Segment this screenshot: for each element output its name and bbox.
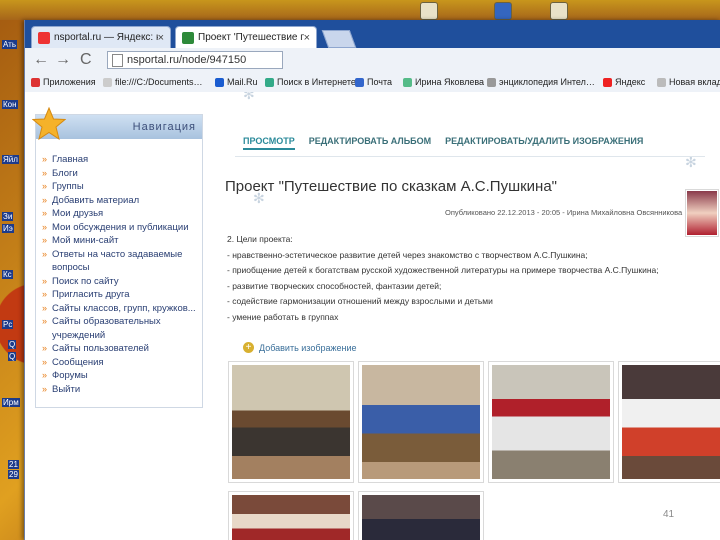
- desktop-shortcut-icon[interactable]: [550, 2, 568, 20]
- navigation-block: Навигация » Главная » Блоги » Группы » Добав…: [32, 107, 203, 408]
- forward-arrow-icon[interactable]: →: [55, 51, 71, 69]
- nav-item-school-sites[interactable]: » Сайты образовательных учреждений: [42, 315, 200, 342]
- publication-info: Опубликовано 22.12.2013 - 20:05 - Ирина …: [445, 208, 683, 217]
- desktop-icon-label[interactable]: Иэ: [2, 224, 14, 233]
- desktop-shortcut-icon[interactable]: [420, 2, 438, 20]
- goal-line: - умение работать в группах: [227, 311, 339, 322]
- url-text: nsportal.ru/node/947150: [127, 54, 247, 66]
- nav-item-messages[interactable]: » Сообщения: [42, 356, 200, 370]
- yandex-favicon-icon: [38, 31, 50, 44]
- file-icon: [103, 77, 112, 87]
- divider: [235, 156, 705, 157]
- album-tabs: ПРОСМОТР РЕДАКТИРОВАТЬ АЛЬБОМ РЕДАКТИРОВ…: [243, 136, 657, 150]
- desktop-icon-label[interactable]: Яйл: [2, 155, 19, 164]
- search-icon: [265, 77, 274, 87]
- mail-icon: [355, 77, 364, 87]
- page-icon: [112, 53, 123, 67]
- reload-icon[interactable]: C: [80, 51, 92, 69]
- desktop-icon-label[interactable]: Ирм: [2, 398, 20, 407]
- bookmark-item[interactable]: Почта: [355, 77, 392, 87]
- checkmark-favicon-icon: [182, 31, 194, 44]
- browser-window: nsportal.ru — Яндекс: нашл × Проект 'Пут…: [24, 20, 720, 540]
- bookmark-item[interactable]: Поиск в Интернете: [265, 77, 356, 87]
- add-icon: +: [243, 342, 254, 353]
- desktop-icon-label[interactable]: Рс: [2, 320, 14, 329]
- profile-icon: [403, 77, 412, 87]
- desktop-icon-label[interactable]: Q: [8, 352, 17, 361]
- desktop-icon-label[interactable]: Ать: [2, 40, 17, 49]
- tab-label: Проект 'Путешествие по ск: [198, 32, 304, 43]
- goal-line: - развитие творческих способностей, фант…: [227, 280, 442, 291]
- tab-strip: nsportal.ru — Яндекс: нашл × Проект 'Пут…: [25, 20, 720, 48]
- nav-item-blogs[interactable]: » Блоги: [42, 167, 200, 181]
- close-tab-icon[interactable]: ×: [304, 32, 310, 44]
- close-tab-icon[interactable]: ×: [158, 32, 164, 44]
- bookmarks-bar: Приложения file:///C:/Documents… Mail.Ru…: [25, 74, 720, 93]
- tab-project[interactable]: Проект 'Путешествие по ск ×: [175, 26, 317, 48]
- nav-item-faq[interactable]: » Ответы на часто задаваемые вопросы: [42, 248, 200, 275]
- tab-yandex[interactable]: nsportal.ru — Яндекс: нашл ×: [31, 26, 171, 48]
- gallery-photo[interactable]: [229, 492, 353, 540]
- navigation-toolbar: ← → C nsportal.ru/node/947150: [25, 48, 720, 75]
- gallery-photo[interactable]: [619, 362, 720, 482]
- bookmark-item[interactable]: Яндекс: [603, 77, 645, 87]
- word-document-icon[interactable]: [494, 2, 512, 20]
- nav-item-home[interactable]: » Главная: [42, 153, 200, 167]
- gallery-photo[interactable]: [359, 492, 483, 540]
- nav-item-add-material[interactable]: » Добавить материал: [42, 194, 200, 208]
- nav-item-logout[interactable]: » Выйти: [42, 383, 200, 397]
- desktop-top-strip: [0, 0, 720, 20]
- side-photo[interactable]: [686, 190, 718, 236]
- page-icon: [657, 77, 666, 87]
- navigation-title: Навигация: [132, 121, 196, 133]
- desktop-icon-label[interactable]: Зи: [2, 212, 14, 221]
- bookmark-item[interactable]: Новая вкладка: [657, 77, 720, 87]
- desktop-icon-label[interactable]: Q: [8, 340, 17, 349]
- nav-item-forums[interactable]: » Форумы: [42, 369, 200, 383]
- bookmark-item[interactable]: Mail.Ru: [215, 77, 258, 87]
- page-content: ✻ ✻ ✻ ✻ Навигация »Главная »Блоги »Групп…: [25, 92, 720, 540]
- apps-icon: [31, 77, 40, 87]
- navigation-menu: » Главная » Блоги » Группы » Добавить матери…: [42, 153, 200, 396]
- new-tab-button[interactable]: [321, 30, 357, 48]
- tab-label: nsportal.ru — Яндекс: нашл: [54, 32, 158, 43]
- desktop-icon-label[interactable]: Кс: [2, 270, 13, 279]
- goal-line: - содействие гармонизации отношений межд…: [227, 296, 493, 306]
- nav-item-search[interactable]: » Поиск по сайту: [42, 275, 200, 289]
- encyclopedia-icon: [487, 77, 496, 87]
- desktop-icon-label[interactable]: 29: [8, 470, 19, 479]
- slide-page-number: 41: [663, 509, 675, 520]
- nav-item-mini-site[interactable]: » Мой мини-сайт: [42, 234, 200, 248]
- gallery-photo[interactable]: [229, 362, 353, 482]
- page-title: Проект "Путешествие по сказкам А.С.Пушки…: [225, 178, 557, 195]
- bookmark-item[interactable]: Приложения: [31, 77, 96, 87]
- desktop-icon-label[interactable]: 21: [8, 460, 19, 469]
- nav-item-invite[interactable]: » Пригласить друга: [42, 288, 200, 302]
- yandex-icon: [603, 77, 612, 87]
- bookmark-item[interactable]: Ирина Яковлева: [403, 77, 484, 87]
- nav-item-groups[interactable]: » Группы: [42, 180, 200, 194]
- gallery-photo[interactable]: [489, 362, 613, 482]
- desktop-icon-label[interactable]: Кон: [2, 100, 18, 109]
- nav-item-class-sites[interactable]: » Сайты классов, групп, кружков...: [42, 302, 200, 316]
- address-bar[interactable]: nsportal.ru/node/947150: [107, 51, 283, 69]
- nav-item-discussions[interactable]: » Мои обсуждения и публикации: [42, 221, 200, 235]
- nav-item-friends[interactable]: » Мои друзья: [42, 207, 200, 221]
- back-arrow-icon[interactable]: ←: [33, 51, 49, 69]
- goal-line: 2. Цели проекта:: [227, 234, 293, 244]
- tab-edit-images[interactable]: РЕДАКТИРОВАТЬ/УДАЛИТЬ ИЗОБРАЖЕНИЯ: [445, 136, 643, 150]
- tab-view[interactable]: ПРОСМОТР: [243, 136, 295, 150]
- tab-edit-album[interactable]: РЕДАКТИРОВАТЬ АЛЬБОМ: [309, 136, 431, 150]
- gallery-photo[interactable]: [359, 362, 483, 482]
- nav-item-user-sites[interactable]: » Сайты пользователей: [42, 342, 200, 356]
- bookmark-item[interactable]: энциклопедия Интел…: [487, 77, 595, 87]
- bookmark-item[interactable]: file:///C:/Documents…: [103, 77, 203, 87]
- star-icon: [32, 107, 66, 141]
- goal-line: - приобщение детей к богатствам русской …: [227, 265, 659, 275]
- add-image-link[interactable]: + Добавить изображение: [243, 342, 357, 353]
- snowflake-icon: ✻: [243, 92, 255, 102]
- project-goals: 2. Цели проекта: - нравственно-эстетичес…: [227, 232, 707, 325]
- goal-line: - нравственно-эстетическое развитие дете…: [227, 249, 588, 260]
- mail-icon: [215, 77, 224, 87]
